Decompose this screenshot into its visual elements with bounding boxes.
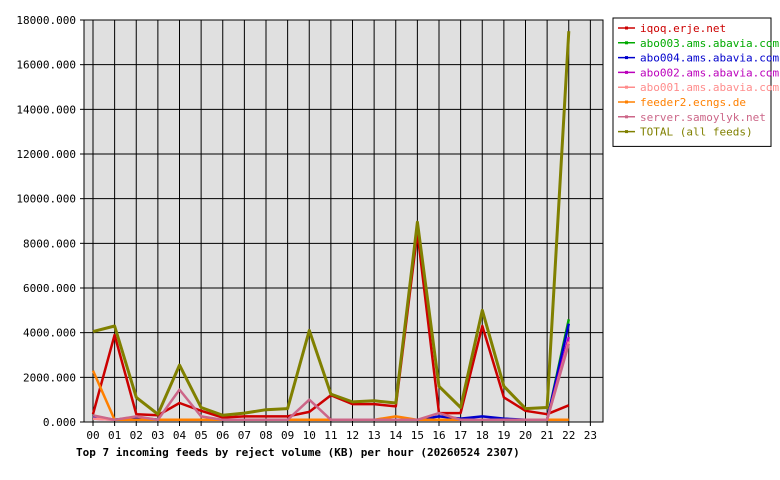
legend-swatch-marker xyxy=(625,26,628,30)
x-tick-label: 17 xyxy=(454,429,467,442)
x-tick-label: 23 xyxy=(584,429,597,442)
x-tick-label: 15 xyxy=(411,429,424,442)
x-tick-label: 08 xyxy=(259,429,272,442)
legend-label: abo002.ams.abavia.com xyxy=(640,66,779,79)
x-tick-label: 01 xyxy=(108,429,121,442)
y-tick-label: 6000.000 xyxy=(23,282,76,295)
y-tick-label: 14000.000 xyxy=(16,103,76,116)
x-tick-label: 22 xyxy=(562,429,575,442)
x-tick-label: 16 xyxy=(432,429,445,442)
x-tick-label: 18 xyxy=(476,429,489,442)
x-tick-label: 07 xyxy=(238,429,251,442)
legend-swatch-marker xyxy=(625,85,628,89)
x-tick-label: 09 xyxy=(281,429,294,442)
legend-swatch-marker xyxy=(625,56,628,60)
x-tick-label: 13 xyxy=(368,429,381,442)
x-tick-label: 19 xyxy=(497,429,510,442)
legend-label: abo004.ams.abavia.com xyxy=(640,52,779,65)
legend-swatch-marker xyxy=(625,70,628,74)
legend-label: TOTAL (all feeds) xyxy=(640,126,753,139)
chart-title: Top 7 incoming feeds by reject volume (K… xyxy=(76,446,520,459)
legend-swatch-marker xyxy=(625,41,628,45)
x-tick-label: 06 xyxy=(216,429,229,442)
x-tick-label: 12 xyxy=(346,429,359,442)
legend-label: feeder2.ecngs.de xyxy=(640,96,746,109)
x-tick-label: 14 xyxy=(389,429,403,442)
legend-swatch-marker xyxy=(625,115,628,119)
x-tick-label: 21 xyxy=(541,429,554,442)
x-tick-labels: 00 01 02 03 04 05 06 07 08 09 10 11 12 13 14 15 16 17 18 19… xyxy=(86,429,597,442)
y-tick-label: 16000.000 xyxy=(16,59,76,72)
plot-area xyxy=(80,19,604,426)
y-tick-label: 8000.000 xyxy=(23,237,76,250)
legend-label: abo003.ams.abavia.com xyxy=(640,37,779,50)
legend: iqoq.erje.net abo003.ams.abavia.com abo004… xyxy=(612,17,779,147)
x-tick-label: 03 xyxy=(151,429,164,442)
y-tick-label: 10000.000 xyxy=(16,193,76,206)
chart-canvas: 0.0002000.0004000.0006000.0008000.000100… xyxy=(16,14,779,459)
y-tick-labels: 0.000 2000.000 4000.000 6000.000 8000.000 100… xyxy=(16,14,76,429)
legend-swatch-marker xyxy=(625,100,628,104)
x-tick-label: 10 xyxy=(303,429,316,442)
y-tick-label: 12000.000 xyxy=(16,148,76,161)
y-tick-label: 4000.000 xyxy=(23,327,76,340)
legend-label: abo001.ams.abavia.com xyxy=(640,81,779,94)
x-tick-label: 04 xyxy=(173,429,187,442)
x-tick-label: 20 xyxy=(519,429,532,442)
y-tick-label: 18000.000 xyxy=(16,14,76,27)
x-tick-label: 11 xyxy=(324,429,337,442)
y-tick-label: 0.000 xyxy=(43,416,76,429)
y-tick-label: 2000.000 xyxy=(23,371,76,384)
x-tick-label: 05 xyxy=(195,429,208,442)
legend-label: iqoq.erje.net xyxy=(640,22,726,35)
legend-label: server.samoylyk.net xyxy=(640,111,766,124)
x-tick-label: 00 xyxy=(86,429,99,442)
legend-swatch-marker xyxy=(625,130,628,134)
x-tick-label: 02 xyxy=(130,429,143,442)
